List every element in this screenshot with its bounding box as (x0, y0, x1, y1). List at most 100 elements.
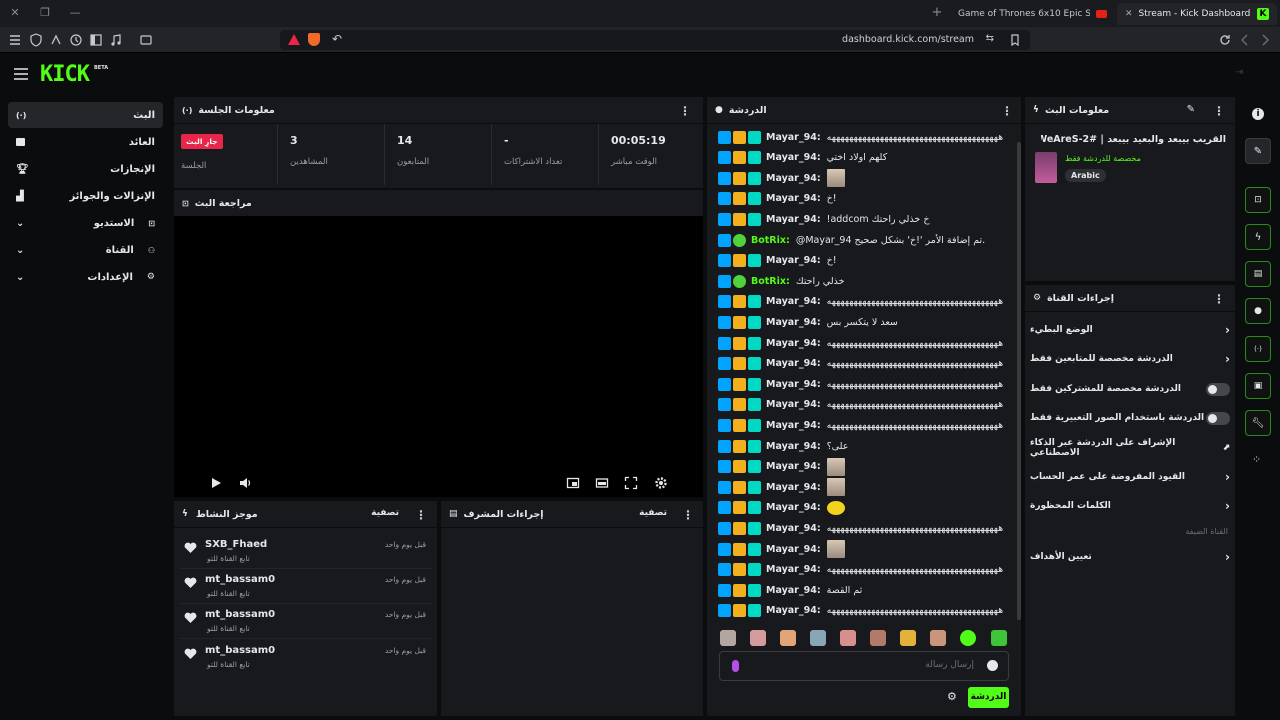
menu-icon[interactable] (8, 33, 22, 47)
chat-username[interactable]: Mayar_94: (766, 399, 821, 410)
sidebar-item-revenue[interactable]: العائد (8, 129, 163, 155)
close-tab-icon[interactable]: ✕ (1125, 9, 1133, 19)
chat-username[interactable]: Mayar_94: (766, 523, 821, 534)
share-icon[interactable]: ↶ (332, 32, 342, 46)
rail-mod-actions-button[interactable]: ▤ (1245, 261, 1271, 287)
set-goals-row[interactable]: تعيين الأهداف › (1030, 544, 1230, 570)
add-widget-icon[interactable]: ⁘ (1252, 453, 1261, 466)
rail-edit-button[interactable]: ✎ (1245, 138, 1271, 164)
translate-icon[interactable]: ⇆ (986, 33, 994, 44)
sidebar-item-stream[interactable]: (·) البث (8, 102, 163, 128)
more-options-icon[interactable]: ⋮ (679, 104, 691, 118)
subscribers-only-toggle[interactable] (1206, 382, 1230, 396)
chat-username[interactable]: BotRix: (751, 276, 790, 287)
chat-username[interactable]: BotRix: (751, 235, 790, 246)
shield-icon[interactable] (29, 33, 43, 47)
chat-username[interactable]: Mayar_94: (766, 173, 821, 184)
more-options-icon[interactable]: ⋮ (682, 508, 694, 522)
sidebar-item-studio[interactable]: ⌄ الاستديو ⊡ (8, 210, 163, 236)
brave-rewards-icon[interactable] (288, 34, 300, 45)
chat-username[interactable]: Mayar_94: (766, 544, 821, 555)
tab-music[interactable]: Game of Thrones 6x10 Epic Soundtra (950, 3, 1115, 25)
chat-username[interactable]: Mayar_94: (766, 461, 821, 472)
chat-username[interactable]: Mayar_94: (766, 420, 821, 431)
banned-words-row[interactable]: الكلمات المحظورة › (1030, 493, 1230, 519)
info-icon[interactable]: i (1252, 108, 1264, 120)
settings-gear-icon[interactable] (654, 476, 668, 490)
send-chat-button[interactable]: الدردشة (968, 687, 1009, 708)
activity-username[interactable]: mt_bassam0 (205, 574, 275, 585)
emote-icon[interactable] (930, 630, 946, 646)
stream-thumbnail[interactable] (1035, 152, 1057, 183)
more-options-icon[interactable]: ⋮ (1213, 292, 1225, 306)
chat-username[interactable]: Mayar_94: (766, 296, 821, 307)
wallet-icon[interactable] (139, 33, 153, 47)
close-window-icon[interactable]: ✕ (8, 6, 22, 20)
sidebar-panel-icon[interactable] (89, 33, 103, 47)
emoji-icon[interactable] (987, 660, 998, 671)
rail-session-button[interactable]: ⊡ (1245, 187, 1271, 213)
emote-icon[interactable] (960, 630, 976, 646)
extensions-icon[interactable] (49, 33, 63, 47)
stream-tag[interactable]: مخصصة للدردشة فقط (1065, 154, 1141, 163)
chat-username[interactable]: Mayar_94: (766, 214, 821, 225)
url-text[interactable]: dashboard.kick.com/stream (842, 34, 974, 45)
tab-kick-dashboard[interactable]: ✕ Stream - Kick Dashboard K (1117, 3, 1277, 25)
emote-icon[interactable] (991, 630, 1007, 646)
restore-window-icon[interactable]: ❐ (38, 6, 52, 20)
filter-button[interactable]: تصفية (371, 508, 399, 518)
chat-username[interactable]: Mayar_94: (766, 441, 821, 452)
slow-mode-row[interactable]: الوضع البطيء › (1030, 317, 1230, 343)
chat-username[interactable]: Mayar_94: (766, 132, 821, 143)
emotes-only-toggle[interactable] (1206, 411, 1230, 425)
chat-settings-icon[interactable]: ⚙ (947, 690, 957, 703)
chat-username[interactable]: Mayar_94: (766, 502, 821, 513)
sidebar-item-channel[interactable]: ⌄ القناة ⚇ (8, 237, 163, 263)
play-icon[interactable] (209, 476, 223, 490)
minimize-window-icon[interactable]: — (68, 6, 82, 20)
activity-username[interactable]: mt_bassam0 (205, 645, 275, 656)
activity-username[interactable]: mt_bassam0 (205, 609, 275, 620)
sidebar-item-achievements[interactable]: 🏆︎ الإنجازات (8, 156, 163, 182)
chat-username[interactable]: Mayar_94: (766, 152, 821, 163)
filter-button[interactable]: تصفية (639, 508, 667, 518)
account-age-row[interactable]: القيود المفروضة على عمر الحساب › (1030, 464, 1230, 490)
more-options-icon[interactable]: ⋮ (1213, 104, 1225, 118)
kick-logo[interactable]: KICK (40, 62, 90, 87)
chat-username[interactable]: Mayar_94: (766, 193, 821, 204)
picture-in-picture-icon[interactable] (566, 476, 580, 490)
activity-username[interactable]: SXB_Fhaed (205, 539, 267, 550)
rail-channel-actions-button[interactable]: 🔧︎ (1245, 410, 1271, 436)
history-icon[interactable] (69, 33, 83, 47)
emote-icon[interactable] (810, 630, 826, 646)
music-icon[interactable] (109, 33, 123, 47)
more-options-icon[interactable]: ⋮ (415, 508, 427, 522)
rail-stream-info-button[interactable]: ▣ (1245, 373, 1271, 399)
volume-icon[interactable] (238, 476, 252, 490)
logout-icon[interactable]: ⇥ (1235, 67, 1243, 78)
new-tab-icon[interactable]: + (930, 6, 944, 20)
bookmark-icon[interactable] (1008, 33, 1022, 47)
chat-username[interactable]: Mayar_94: (766, 379, 821, 390)
forward-icon[interactable] (1258, 33, 1272, 47)
chat-username[interactable]: Mayar_94: (766, 358, 821, 369)
chat-username[interactable]: Mayar_94: (766, 338, 821, 349)
hamburger-menu-icon[interactable] (14, 68, 28, 80)
rail-broadcast-button[interactable]: (·) (1245, 336, 1271, 362)
ai-moderation-row[interactable]: الإشراف على الدردشة عبر الذكاء الاصطناعي… (1030, 435, 1230, 461)
rail-activity-button[interactable]: ϟ (1245, 224, 1271, 250)
more-options-icon[interactable]: ⋮ (1001, 104, 1013, 118)
edit-icon[interactable]: ✎ (1187, 104, 1195, 115)
emote-icon[interactable] (840, 630, 856, 646)
reload-icon[interactable] (1218, 33, 1232, 47)
brave-shield-icon[interactable] (308, 33, 320, 46)
emote-icon[interactable] (720, 630, 736, 646)
mic-icon[interactable] (732, 660, 739, 672)
address-bar[interactable]: ↶ dashboard.kick.com/stream ⇆ (280, 30, 1030, 50)
chat-username[interactable]: Mayar_94: (766, 255, 821, 266)
chat-username[interactable]: Mayar_94: (766, 605, 821, 616)
rail-chat-button[interactable]: ● (1245, 298, 1271, 324)
emote-icon[interactable] (750, 630, 766, 646)
back-icon[interactable] (1238, 33, 1252, 47)
fullscreen-icon[interactable] (624, 476, 638, 490)
